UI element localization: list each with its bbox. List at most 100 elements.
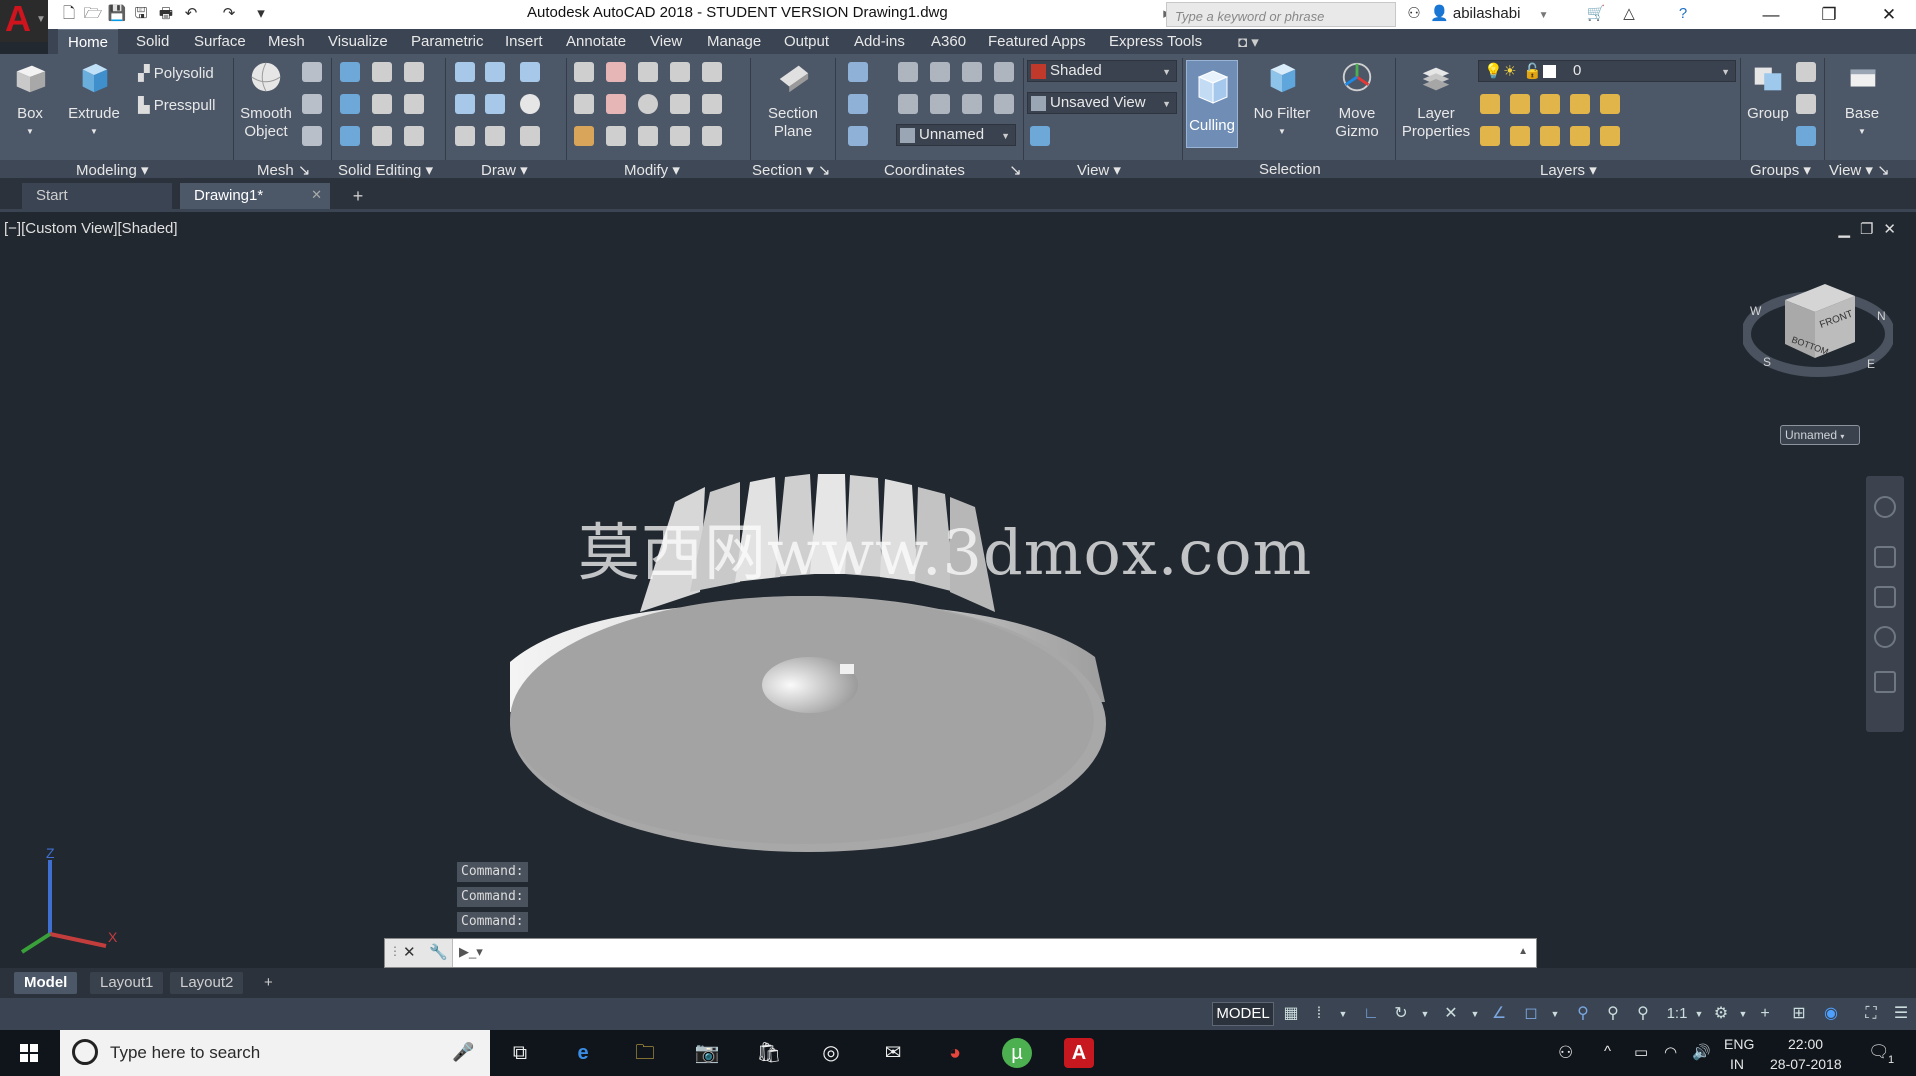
chrome-browser-icon[interactable]: ◕ bbox=[940, 1038, 970, 1068]
mirror-icon[interactable] bbox=[670, 94, 690, 114]
people-icon[interactable]: ⚇ bbox=[1558, 1043, 1573, 1063]
tab-drawing1[interactable]: Drawing1* ✕ bbox=[180, 183, 330, 209]
erase-icon[interactable] bbox=[574, 126, 594, 146]
new-tab-button[interactable]: + bbox=[345, 186, 371, 206]
coordinates-group-label[interactable]: Coordinates ↘ bbox=[884, 161, 1022, 179]
restore-icon[interactable]: ❐ bbox=[1860, 221, 1883, 238]
named-view-dropdown[interactable]: Unsaved View ▼ bbox=[1027, 92, 1177, 114]
language-label[interactable]: ENG bbox=[1724, 1036, 1754, 1052]
extract-edges-icon[interactable] bbox=[404, 62, 424, 82]
utorrent-icon[interactable]: µ bbox=[1002, 1038, 1032, 1068]
view2-group-label[interactable]: View ▾ ↘ bbox=[1829, 161, 1890, 179]
slice-icon[interactable] bbox=[372, 94, 392, 114]
layer-state-icon[interactable] bbox=[1600, 126, 1620, 146]
construction-line-icon[interactable] bbox=[485, 94, 505, 114]
steering-wheel-icon[interactable] bbox=[1874, 496, 1896, 518]
tab-add-ins[interactable]: Add-ins bbox=[854, 33, 905, 50]
chevron-up-icon[interactable]: ▲ bbox=[1518, 946, 1528, 957]
layer-unlock-all-icon[interactable] bbox=[1570, 126, 1590, 146]
open-file-icon[interactable]: 🗁 bbox=[82, 3, 104, 25]
layer-off-icon[interactable] bbox=[1480, 94, 1500, 114]
tab-solid[interactable]: Solid bbox=[136, 33, 169, 50]
ucs-x-icon[interactable] bbox=[930, 62, 950, 82]
line-icon[interactable] bbox=[455, 62, 475, 82]
polygon-icon[interactable] bbox=[455, 126, 475, 146]
layer-isolate-icon[interactable] bbox=[1510, 94, 1530, 114]
close-icon[interactable]: ✕ bbox=[1883, 221, 1906, 238]
tab-layout1[interactable]: Layout1 bbox=[90, 972, 164, 994]
mesh-tool-icon[interactable] bbox=[302, 94, 322, 114]
mesh-tool-icon[interactable] bbox=[302, 62, 322, 82]
tab-view[interactable]: View bbox=[650, 33, 682, 50]
modify-group-label[interactable]: Modify ▾ bbox=[624, 161, 680, 179]
object-snap-icon[interactable]: ◻ bbox=[1522, 1005, 1540, 1023]
chevron-down-icon[interactable]: ▼ bbox=[1416, 1005, 1434, 1023]
camera-icon[interactable]: 📷 bbox=[692, 1038, 722, 1068]
ucs-face-icon[interactable] bbox=[994, 94, 1014, 114]
bevel-gear-model[interactable] bbox=[500, 382, 1120, 862]
minimize-icon[interactable]: — bbox=[1744, 0, 1798, 29]
command-prompt-icon[interactable]: ▶_▾ bbox=[459, 944, 483, 960]
tab-visualize[interactable]: Visualize bbox=[328, 33, 388, 50]
showmotion-icon[interactable] bbox=[1874, 671, 1896, 693]
layer-lock-icon[interactable] bbox=[1570, 94, 1590, 114]
fillet-icon[interactable] bbox=[574, 94, 594, 114]
extrude-faces-icon[interactable] bbox=[404, 94, 424, 114]
view-group-label[interactable]: View ▾ bbox=[1077, 161, 1121, 179]
array-icon[interactable] bbox=[606, 94, 626, 114]
viewport-controls-label[interactable]: [−][Custom View][Shaded] bbox=[4, 220, 178, 237]
drag-handle-icon[interactable]: ⋮ bbox=[389, 944, 401, 958]
print-icon[interactable]: 🖶 bbox=[155, 3, 177, 25]
layer-thaw-all-icon[interactable] bbox=[1540, 126, 1560, 146]
isometric-icon[interactable]: ✕ bbox=[1442, 1005, 1460, 1023]
auto-scale-icon[interactable]: ⚲ bbox=[1604, 1005, 1622, 1023]
ucs-3point-icon[interactable] bbox=[898, 94, 918, 114]
ucs-named-icon[interactable] bbox=[848, 126, 868, 146]
region-icon[interactable] bbox=[520, 126, 540, 146]
ucs-menu-button[interactable]: Unnamed ▾ bbox=[1780, 425, 1860, 445]
stretch-icon[interactable] bbox=[702, 94, 722, 114]
subtract-icon[interactable] bbox=[340, 94, 360, 114]
autodesk-a360-icon[interactable]: △ bbox=[1618, 3, 1640, 25]
ucs-world-icon[interactable] bbox=[898, 62, 918, 82]
layer-current-icon[interactable] bbox=[1480, 126, 1500, 146]
layer-dropdown[interactable]: 💡 ☀ 🔓 0 ▼ bbox=[1478, 60, 1736, 82]
solid-editing-group-label[interactable]: Solid Editing ▾ bbox=[338, 161, 433, 179]
visual-style-dropdown[interactable]: Shaded ▼ bbox=[1027, 60, 1177, 82]
taskbar-search-box[interactable]: Type here to search 🎤 bbox=[60, 1030, 490, 1076]
move-gizmo-button[interactable]: Move Gizmo bbox=[1326, 60, 1388, 141]
pan-icon[interactable] bbox=[1874, 546, 1896, 568]
extrude-button[interactable]: Extrude ▼ bbox=[66, 60, 122, 141]
ribbon-display-toggle-icon[interactable]: ◘ ▾ bbox=[1238, 33, 1259, 51]
orbit-icon[interactable] bbox=[1874, 626, 1896, 648]
group-button[interactable]: Group bbox=[1744, 60, 1792, 123]
no-filter-button[interactable]: No Filter ▼ bbox=[1250, 60, 1314, 141]
close-icon[interactable]: ✕ bbox=[403, 943, 416, 961]
tab-output[interactable]: Output bbox=[784, 33, 829, 50]
compass-south-label[interactable]: S bbox=[1763, 355, 1771, 369]
tab-insert[interactable]: Insert bbox=[505, 33, 543, 50]
windows-start-button[interactable] bbox=[0, 1030, 58, 1076]
ungroup-icon[interactable] bbox=[1796, 62, 1816, 82]
ortho-icon[interactable]: ∟ bbox=[1362, 1005, 1380, 1023]
viewport-config-icon[interactable] bbox=[1030, 126, 1050, 146]
tab-express-tools[interactable]: Express Tools bbox=[1109, 33, 1202, 50]
annotation-monitor-icon[interactable]: + bbox=[1756, 1005, 1774, 1023]
save-as-icon[interactable]: 🖫 bbox=[130, 3, 152, 25]
mesh-group-label[interactable]: Mesh ↘ bbox=[257, 161, 310, 179]
ucs-origin-icon[interactable] bbox=[848, 94, 868, 114]
chevron-down-icon[interactable]: ▼ bbox=[1546, 1005, 1564, 1023]
smooth-object-button[interactable]: Smooth Object bbox=[238, 60, 294, 141]
ucs-y-icon[interactable] bbox=[962, 62, 982, 82]
groups-group-label[interactable]: Groups ▾ bbox=[1750, 161, 1811, 179]
autocad-taskbar-icon[interactable]: A bbox=[1064, 1038, 1094, 1068]
customize-menu-icon[interactable]: ☰ bbox=[1892, 1005, 1910, 1023]
join-icon[interactable] bbox=[702, 126, 722, 146]
minimize-icon[interactable]: ▁ bbox=[1838, 221, 1860, 238]
edge-browser-icon[interactable]: e bbox=[568, 1038, 598, 1068]
application-menu-button[interactable]: A ▼ bbox=[0, 0, 48, 42]
tab-surface[interactable]: Surface bbox=[194, 33, 246, 50]
rectangle-icon[interactable] bbox=[485, 126, 505, 146]
tab-parametric[interactable]: Parametric bbox=[411, 33, 484, 50]
box-button[interactable]: Box ▼ bbox=[8, 60, 52, 141]
